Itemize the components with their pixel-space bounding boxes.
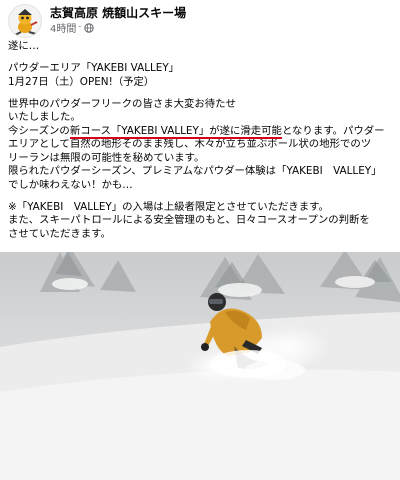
post-line: 遂に… [8,40,40,52]
globe-icon [83,22,94,33]
post-line: 今シーズンの新コース「YAKEBI VALLEY」が遂に滑走可能となります。パウ… [8,125,398,139]
meta-separator: · [78,22,82,33]
post-line: 限られたパウダーシーズン、プレミアムなパウダー体験は「YAKEBI VALLEY… [8,165,382,177]
post-line: 1月27日（土）OPEN!（予定） [8,75,155,88]
post-line: でしか味わえない！かも… [8,178,133,191]
post-time[interactable]: 4時間 [50,20,76,35]
post-line: リーランは無限の可能性を秘めています。 [8,151,205,164]
post-line: させていただきます。 [8,227,111,240]
post-meta: 4時間 · [50,20,94,35]
page-name-link[interactable]: 志賀高原 焼額山スキー場 [50,4,186,21]
post-line: エリアとして自然の地形そのまま残し、木々が立ち並ぶポール状の地形でのツ [8,138,372,150]
post-text-segment: となります。パウダー [281,124,385,137]
post-text-segment: 今シーズンの [8,124,70,137]
post-line: いたしました。 [8,111,81,123]
post-photo[interactable] [0,252,400,480]
post-line: また、スキーパトロールによる安全管理のもと、日々コースオープンの判断を [8,214,370,226]
snowboarder-powder-image [0,252,400,480]
post-line: パウダーエリア「YAKEBI VALLEY」 [8,62,180,74]
post-line: ※「YAKEBI VALLEY」の入場は上級者限定とさせていただきます。 [8,200,329,213]
highlighted-course-text: 新コース「YAKEBI VALLEY」が遂に滑走可能 [69,124,283,139]
mascot-avatar-icon[interactable] [8,4,42,38]
post-line: 世界中のパウダーフリークの皆さま大変お待たせ [8,97,236,110]
post-header: 志賀高原 焼額山スキー場 4時間 · [0,0,400,38]
post-body: 遂に… パウダーエリア「YAKEBI VALLEY」 1月27日（土）OPEN!… [8,40,398,241]
